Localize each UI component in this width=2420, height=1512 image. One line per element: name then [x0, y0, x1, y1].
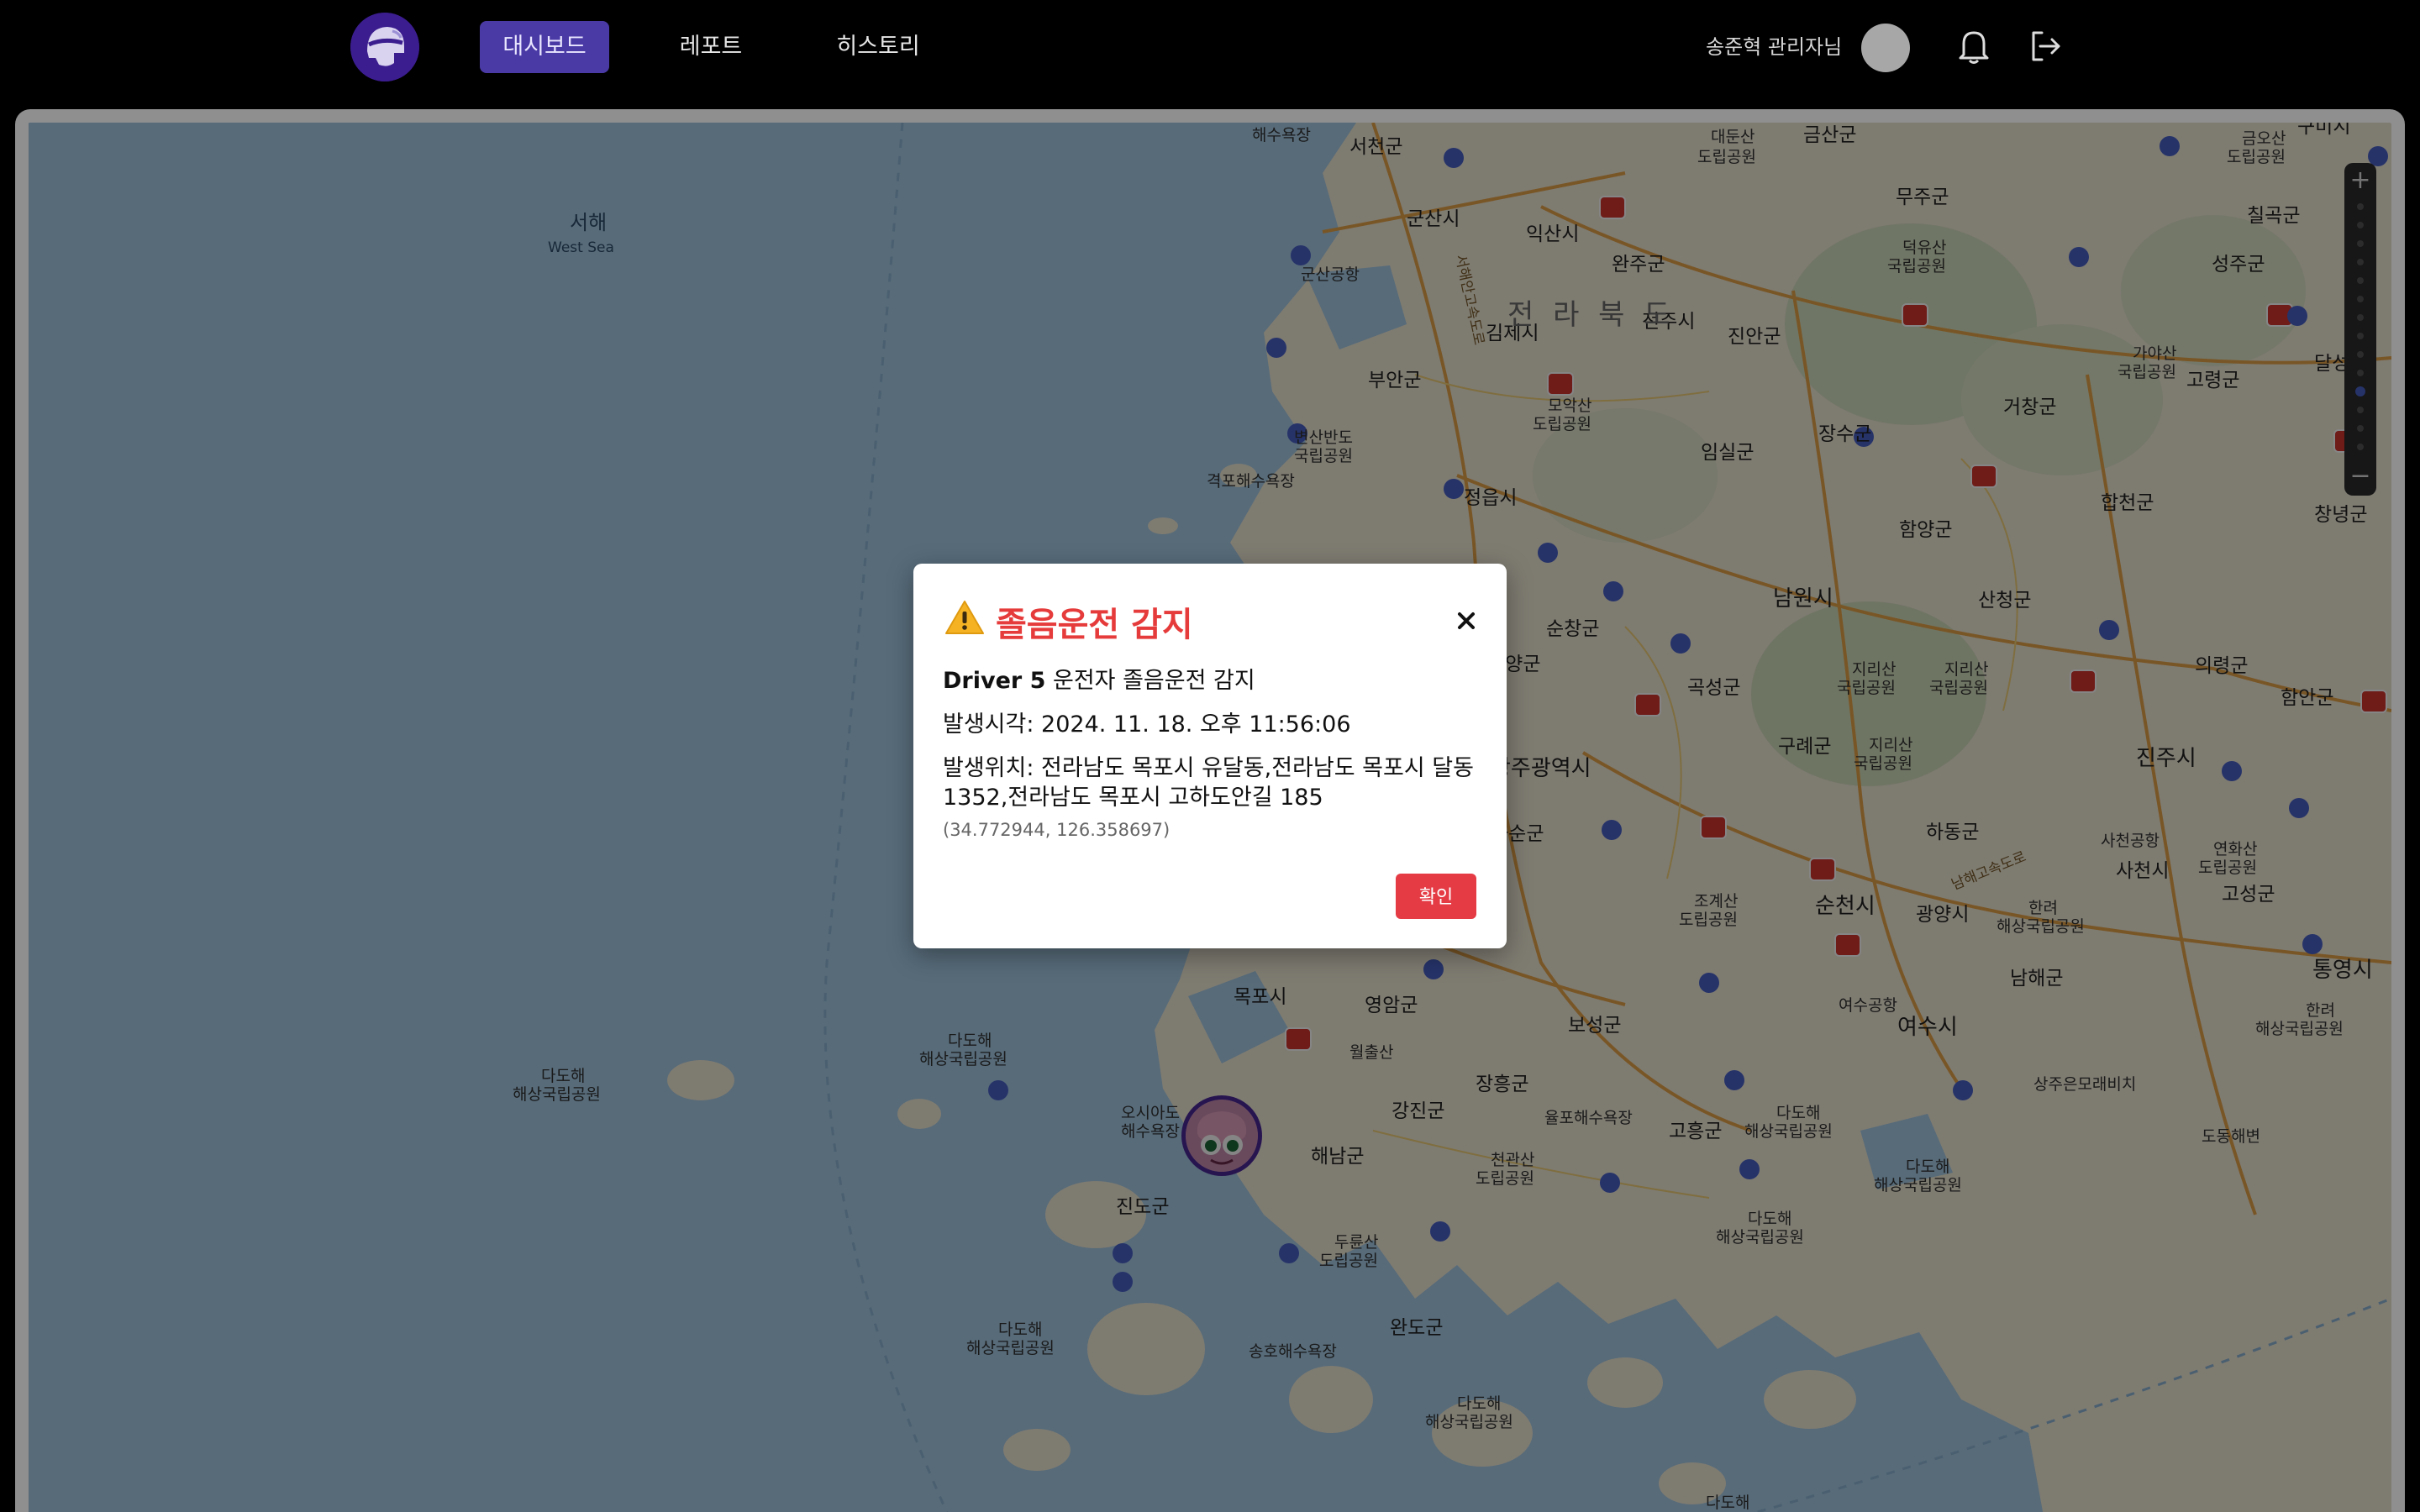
nav-report[interactable]: 레포트 [652, 21, 770, 73]
location-coordinates: (34.772944, 126.358697) [943, 820, 1171, 840]
location-label: 발생위치: [943, 755, 1042, 781]
time-label: 발생시각: [943, 711, 1042, 738]
drowsy-alert-modal: 졸음운전 감지 Driver 5 운전자 졸음운전 감지 발생시각: 2024.… [913, 564, 1507, 948]
top-navigation-bar: 대시보드 레포트 히스토리 송준혁 관리자님 [0, 0, 2420, 109]
location-line: 발생위치: 전라남도 목포시 유달동,전라남도 목포시 달동 [943, 753, 1474, 783]
user-name: 송준혁 관리자님 [1706, 35, 1843, 59]
avatar[interactable] [1861, 24, 1910, 72]
driver-name: Driver 5 [943, 668, 1046, 694]
driver-line: Driver 5 운전자 졸음운전 감지 [943, 666, 1255, 696]
modal-title-text: 졸음운전 감지 [996, 606, 1193, 644]
warning-icon [945, 600, 984, 643]
bell-icon[interactable] [1951, 24, 1996, 69]
driver-alert-text: 운전자 졸음운전 감지 [1045, 668, 1255, 694]
logout-icon[interactable] [2023, 24, 2069, 69]
nav-dashboard[interactable]: 대시보드 [480, 21, 609, 73]
modal-title: 졸음운전 감지 [945, 597, 1193, 646]
location-value-1: 전라남도 목포시 유달동,전라남도 목포시 달동 [1041, 755, 1474, 781]
time-line: 발생시각: 2024. 11. 18. 오후 11:56:06 [943, 710, 1351, 739]
confirm-button[interactable]: 확인 [1396, 874, 1476, 919]
nav-history[interactable]: 히스토리 [819, 21, 937, 73]
location-line-2: 1352,전라남도 목포시 고하도안길 185 [943, 785, 1323, 811]
close-icon[interactable] [1449, 604, 1483, 638]
driver-helmet-logo-icon[interactable] [350, 13, 419, 81]
time-value: 2024. 11. 18. 오후 11:56:06 [1041, 711, 1351, 738]
